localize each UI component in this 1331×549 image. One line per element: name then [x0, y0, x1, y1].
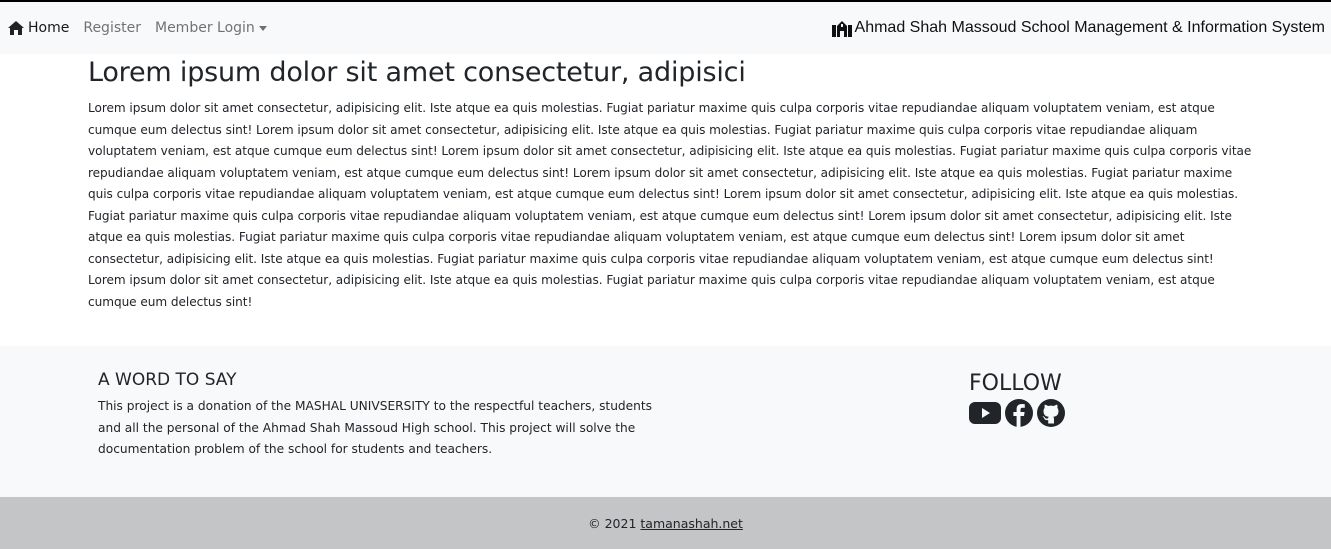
word-to-say-column: A WORD TO SAY This project is a donation… — [98, 370, 668, 461]
nav-member-login-dropdown[interactable]: Member Login — [155, 20, 267, 36]
main-paragraph: Lorem ipsum dolor sit amet consectetur, … — [88, 101, 1252, 309]
footer-site-link[interactable]: tamanashah.net — [640, 516, 742, 531]
word-to-say-text: This project is a donation of the MASHAL… — [98, 399, 653, 456]
facebook-icon — [1005, 399, 1033, 427]
facebook-link[interactable] — [1005, 399, 1033, 427]
follow-title: FOLLOW — [969, 371, 1062, 396]
copyright-footer: © 2021 tamanashah.net — [0, 497, 1331, 549]
main-content: Lorem ipsum dolor sit amet consectetur, … — [88, 56, 1253, 313]
github-icon — [1037, 399, 1065, 427]
nav-home-label: Home — [28, 20, 70, 36]
footer-info-section: A WORD TO SAY This project is a donation… — [0, 346, 1331, 497]
follow-column: FOLLOW — [969, 372, 1069, 427]
brand-title: Ahmad Shah Massoud School Management & I… — [854, 19, 1325, 36]
github-link[interactable] — [1037, 399, 1065, 427]
youtube-icon — [969, 402, 1001, 424]
nav-links: Home Register Member Login — [0, 2, 281, 54]
navbar-brand[interactable]: Ahmad Shah Massoud School Management & I… — [831, 2, 1325, 54]
nav-register-link[interactable]: Register — [83, 20, 141, 36]
navbar: Home Register Member Login Ahmad Shah Ma… — [0, 2, 1331, 54]
home-icon — [8, 21, 24, 35]
copyright-text: © 2021 — [588, 515, 637, 531]
word-to-say-title: A WORD TO SAY — [98, 370, 237, 390]
youtube-link[interactable] — [969, 401, 1001, 425]
nav-home-link[interactable]: Home — [8, 20, 69, 36]
school-icon — [831, 20, 852, 37]
social-links — [969, 399, 1069, 427]
page-title: Lorem ipsum dolor sit amet consectetur, … — [88, 57, 746, 88]
caret-down-icon — [258, 25, 267, 31]
nav-member-login-label: Member Login — [154, 20, 255, 36]
nav-register-label: Register — [83, 20, 141, 36]
